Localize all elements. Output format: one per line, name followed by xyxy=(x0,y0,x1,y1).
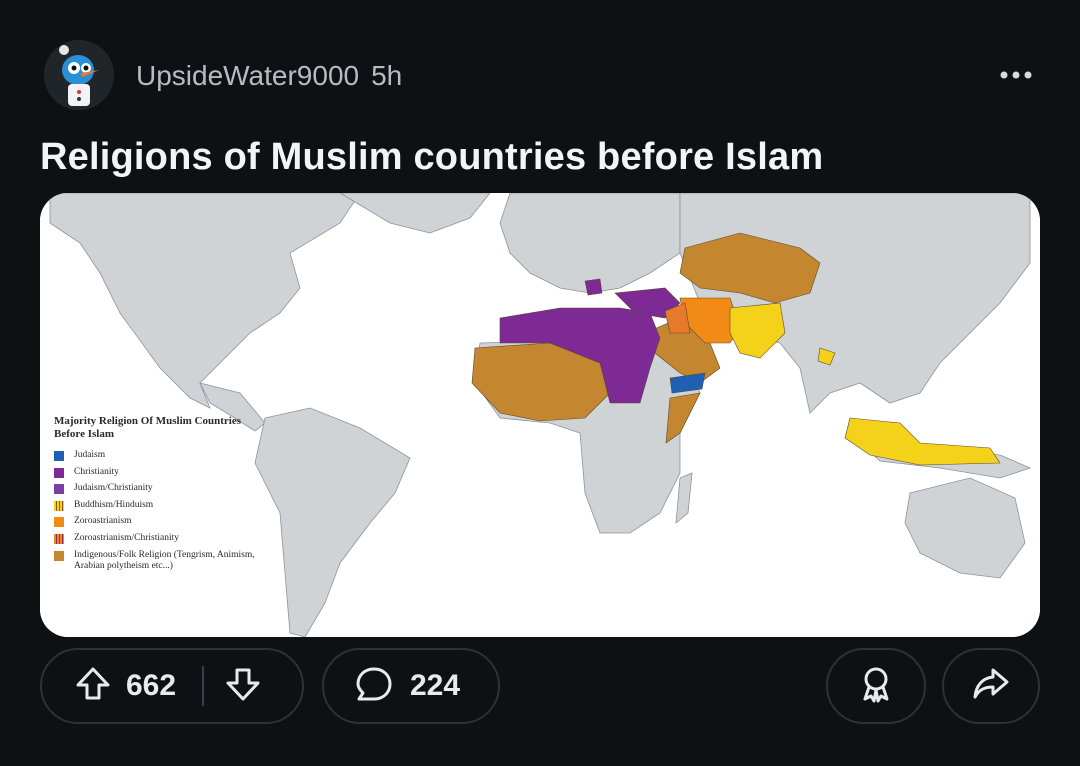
legend-swatch xyxy=(54,517,64,528)
legend-item: Zoroastrianism/Christianity xyxy=(54,533,284,544)
comment-icon xyxy=(354,664,394,709)
legend-label: Judaism xyxy=(74,450,106,460)
comments-button[interactable]: 224 xyxy=(322,648,500,724)
legend-label: Zoroastrianism/Christianity xyxy=(74,532,180,543)
post-age: 5h xyxy=(371,60,403,91)
legend-swatch xyxy=(54,467,64,478)
legend-label: Judaism/Christianity xyxy=(74,483,153,494)
legend-title-line1: Majority Religion Of Muslim Countries xyxy=(54,415,241,427)
username-text[interactable]: UpsideWater9000 xyxy=(136,60,359,91)
legend-title: Majority Religion Of Muslim Countries Be… xyxy=(54,415,284,441)
vote-divider xyxy=(202,666,205,706)
award-icon xyxy=(856,664,896,709)
vote-pill: 662 xyxy=(40,648,304,724)
upvote-icon[interactable] xyxy=(74,665,112,708)
comment-count: 224 xyxy=(410,669,461,702)
post-header: UpsideWater9000 5h xyxy=(44,40,1044,112)
legend-item: Zoroastrianism xyxy=(54,516,284,528)
action-bar: 662 224 xyxy=(40,648,1040,728)
legend-label: Indigenous/Folk Religion (Tengrism, Anim… xyxy=(74,549,255,571)
legend-swatch xyxy=(54,500,64,511)
legend-label: Zoroastrianism xyxy=(74,516,132,527)
user-avatar[interactable] xyxy=(44,40,114,110)
map-legend: Majority Religion Of Muslim Countries Be… xyxy=(54,415,284,577)
post-title[interactable]: Religions of Muslim countries before Isl… xyxy=(40,136,823,179)
legend-swatch xyxy=(54,533,64,544)
legend-swatch xyxy=(54,550,64,561)
legend-swatch xyxy=(54,484,64,495)
post-author[interactable]: UpsideWater9000 5h xyxy=(136,60,402,92)
legend-label: Christianity xyxy=(74,466,119,477)
legend-item: Judaism xyxy=(54,450,284,461)
share-icon xyxy=(971,664,1011,709)
legend-item: Indigenous/Folk Religion (Tengrism, Anim… xyxy=(54,550,284,572)
upvote-count: 662 xyxy=(126,669,177,702)
legend-item: Christianity xyxy=(54,467,284,478)
legend-item: Buddhism/Hinduism xyxy=(54,500,284,511)
share-button[interactable] xyxy=(942,648,1040,724)
post-image[interactable]: Majority Religion Of Muslim Countries Be… xyxy=(40,193,1040,637)
avatar-icon xyxy=(44,40,114,110)
more-options-icon[interactable] xyxy=(996,60,1036,90)
legend-item: Judaism/Christianity xyxy=(54,483,284,495)
downvote-icon[interactable] xyxy=(224,665,262,708)
award-button[interactable] xyxy=(826,648,926,724)
legend-swatch xyxy=(54,451,64,461)
legend-title-line2: Before Islam xyxy=(54,428,114,440)
legend-label: Buddhism/Hinduism xyxy=(74,499,154,510)
